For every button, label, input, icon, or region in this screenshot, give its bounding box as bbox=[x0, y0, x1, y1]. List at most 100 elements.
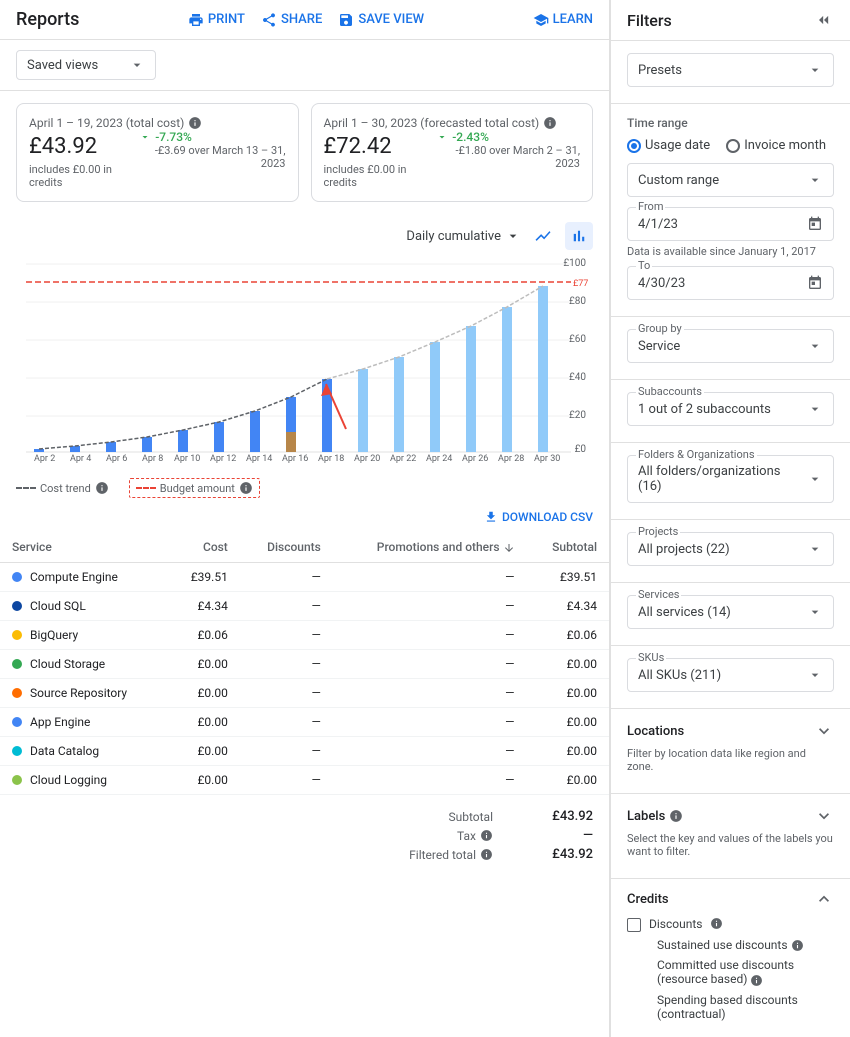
projects-chevron bbox=[807, 541, 823, 557]
stat-card-forecast: April 1 – 30, 2023 (forecasted total cos… bbox=[311, 103, 594, 202]
cost-cell: £0.00 bbox=[167, 679, 240, 708]
to-value: 4/30/23 bbox=[638, 276, 685, 291]
services-label: Services bbox=[636, 588, 681, 601]
presets-dropdown[interactable]: Presets bbox=[627, 53, 834, 87]
svg-text:Apr 4: Apr 4 bbox=[70, 454, 91, 464]
credits-toggle[interactable]: Credits bbox=[627, 889, 834, 909]
invoice-month-radio[interactable]: Invoice month bbox=[726, 138, 826, 153]
tax-value: — bbox=[533, 828, 593, 843]
to-date-input[interactable]: To 4/30/23 bbox=[627, 266, 834, 300]
legend-budget-info[interactable] bbox=[239, 481, 253, 495]
svg-text:£0: £0 bbox=[575, 444, 587, 455]
committed-use-item: Committed use discounts (resource based) bbox=[649, 958, 834, 986]
learn-button[interactable]: LEARN bbox=[533, 12, 593, 28]
stat-forecast-value: £72.42 bbox=[324, 134, 437, 159]
skus-dropdown[interactable]: SKUs All SKUs (211) bbox=[627, 658, 834, 692]
projects-dropdown[interactable]: Projects All projects (22) bbox=[627, 532, 834, 566]
subtotal-cell: £4.34 bbox=[527, 592, 610, 621]
spending-based-item: Spending based discounts (contractual) bbox=[649, 993, 834, 1021]
col-cost: Cost bbox=[167, 532, 240, 563]
chart-dropdown-chevron bbox=[505, 228, 521, 244]
skus-label: SKUs bbox=[636, 651, 666, 664]
sort-icon[interactable] bbox=[503, 542, 515, 554]
cost-cell: £0.06 bbox=[167, 621, 240, 650]
table-row: App Engine £0.00 — — £0.00 bbox=[0, 708, 609, 737]
tax-info-icon[interactable] bbox=[480, 829, 493, 842]
service-cell: Data Catalog bbox=[0, 737, 167, 766]
share-button[interactable]: SHARE bbox=[261, 12, 322, 28]
svg-text:Apr 20: Apr 20 bbox=[354, 454, 380, 464]
service-dot bbox=[12, 746, 22, 756]
service-cell: Compute Engine bbox=[0, 563, 167, 592]
locations-toggle[interactable]: Locations bbox=[627, 721, 834, 741]
group-by-value: Service bbox=[638, 339, 680, 354]
subtotal-cell: £0.06 bbox=[527, 621, 610, 650]
table-row: Cloud SQL £4.34 — — £4.34 bbox=[0, 592, 609, 621]
svg-text:£100: £100 bbox=[563, 258, 586, 269]
download-label: DOWNLOAD CSV bbox=[502, 510, 593, 524]
from-hint: Data is available since January 1, 2017 bbox=[627, 245, 834, 258]
subtotal-cell: £0.00 bbox=[527, 679, 610, 708]
discounts-cell: — bbox=[240, 766, 333, 795]
bar-chart-button[interactable] bbox=[565, 222, 593, 250]
svg-text:Apr 14: Apr 14 bbox=[246, 454, 272, 464]
totals-section: Subtotal £43.92 Tax — Filtered total £43… bbox=[0, 795, 609, 876]
custom-range-chevron bbox=[807, 172, 823, 188]
subtotal-cell: £0.00 bbox=[527, 766, 610, 795]
svg-text:£40: £40 bbox=[569, 372, 586, 383]
discounts-checkbox-item: Discounts bbox=[627, 917, 834, 932]
labels-info-icon[interactable] bbox=[669, 809, 683, 823]
to-label: To bbox=[636, 259, 652, 272]
filtered-total-info-icon[interactable] bbox=[480, 848, 493, 861]
svg-text:Apr 8: Apr 8 bbox=[142, 454, 163, 464]
services-dropdown[interactable]: Services All services (14) bbox=[627, 595, 834, 629]
subaccounts-dropdown[interactable]: Subaccounts 1 out of 2 subaccounts bbox=[627, 392, 834, 426]
chart-type-dropdown[interactable]: Daily cumulative bbox=[406, 228, 521, 244]
data-table-wrapper: Service Cost Discounts Promotions and ot… bbox=[0, 532, 609, 795]
svg-text:Apr 24: Apr 24 bbox=[426, 454, 452, 464]
subaccounts-chevron bbox=[807, 401, 823, 417]
subtotal-cell: £0.00 bbox=[527, 708, 610, 737]
usage-date-radio[interactable]: Usage date bbox=[627, 138, 710, 153]
folders-dropdown[interactable]: Folders & Organizations All folders/orga… bbox=[627, 455, 834, 503]
date-type-radios: Usage date Invoice month bbox=[627, 138, 834, 153]
service-cell: Source Repository bbox=[0, 679, 167, 708]
committed-info-icon[interactable] bbox=[750, 974, 763, 987]
table-row: Cloud Logging £0.00 — — £0.00 bbox=[0, 766, 609, 795]
skus-value: All SKUs (211) bbox=[638, 668, 721, 683]
locations-title: Locations bbox=[627, 724, 684, 739]
stat-actual-change: -7.73% bbox=[139, 130, 285, 144]
share-icon bbox=[261, 12, 277, 28]
discounts-checkbox[interactable] bbox=[627, 918, 641, 932]
legend-budget: Budget amount bbox=[129, 478, 260, 498]
sustained-info-icon[interactable] bbox=[791, 939, 804, 952]
subaccounts-label: Subaccounts bbox=[636, 385, 704, 398]
service-dot bbox=[12, 572, 22, 582]
locations-section: Locations Filter by location data like r… bbox=[611, 709, 850, 794]
presets-label: Presets bbox=[638, 63, 682, 78]
presets-chevron bbox=[807, 62, 823, 78]
discounts-info-icon[interactable] bbox=[710, 917, 723, 930]
folders-chevron bbox=[807, 471, 823, 487]
download-csv-button[interactable]: DOWNLOAD CSV bbox=[484, 510, 593, 524]
custom-range-dropdown[interactable]: Custom range bbox=[627, 163, 834, 197]
saved-views-dropdown[interactable]: Saved views bbox=[16, 50, 156, 80]
group-by-section: Group by Service bbox=[611, 317, 850, 380]
legend-cost-trend-info[interactable] bbox=[95, 481, 109, 495]
group-by-dropdown[interactable]: Group by Service bbox=[627, 329, 834, 363]
collapse-filters-icon[interactable] bbox=[814, 10, 834, 30]
subtotal-label: Subtotal bbox=[448, 809, 493, 824]
filters-header: Filters bbox=[611, 0, 850, 41]
filtered-total-value: £43.92 bbox=[533, 847, 593, 862]
table-row: BigQuery £0.06 — — £0.06 bbox=[0, 621, 609, 650]
labels-expand-icon bbox=[814, 806, 834, 826]
table-row: Cloud Storage £0.00 — — £0.00 bbox=[0, 650, 609, 679]
info-icon-forecast[interactable] bbox=[543, 116, 557, 130]
from-date-input[interactable]: From 4/1/23 bbox=[627, 207, 834, 241]
save-view-button[interactable]: SAVE VIEW bbox=[338, 12, 424, 28]
info-icon-actual[interactable] bbox=[188, 116, 202, 130]
share-label: SHARE bbox=[281, 12, 322, 27]
print-button[interactable]: PRINT bbox=[188, 12, 245, 28]
labels-toggle[interactable]: Labels bbox=[627, 806, 834, 826]
line-chart-button[interactable] bbox=[529, 222, 557, 250]
